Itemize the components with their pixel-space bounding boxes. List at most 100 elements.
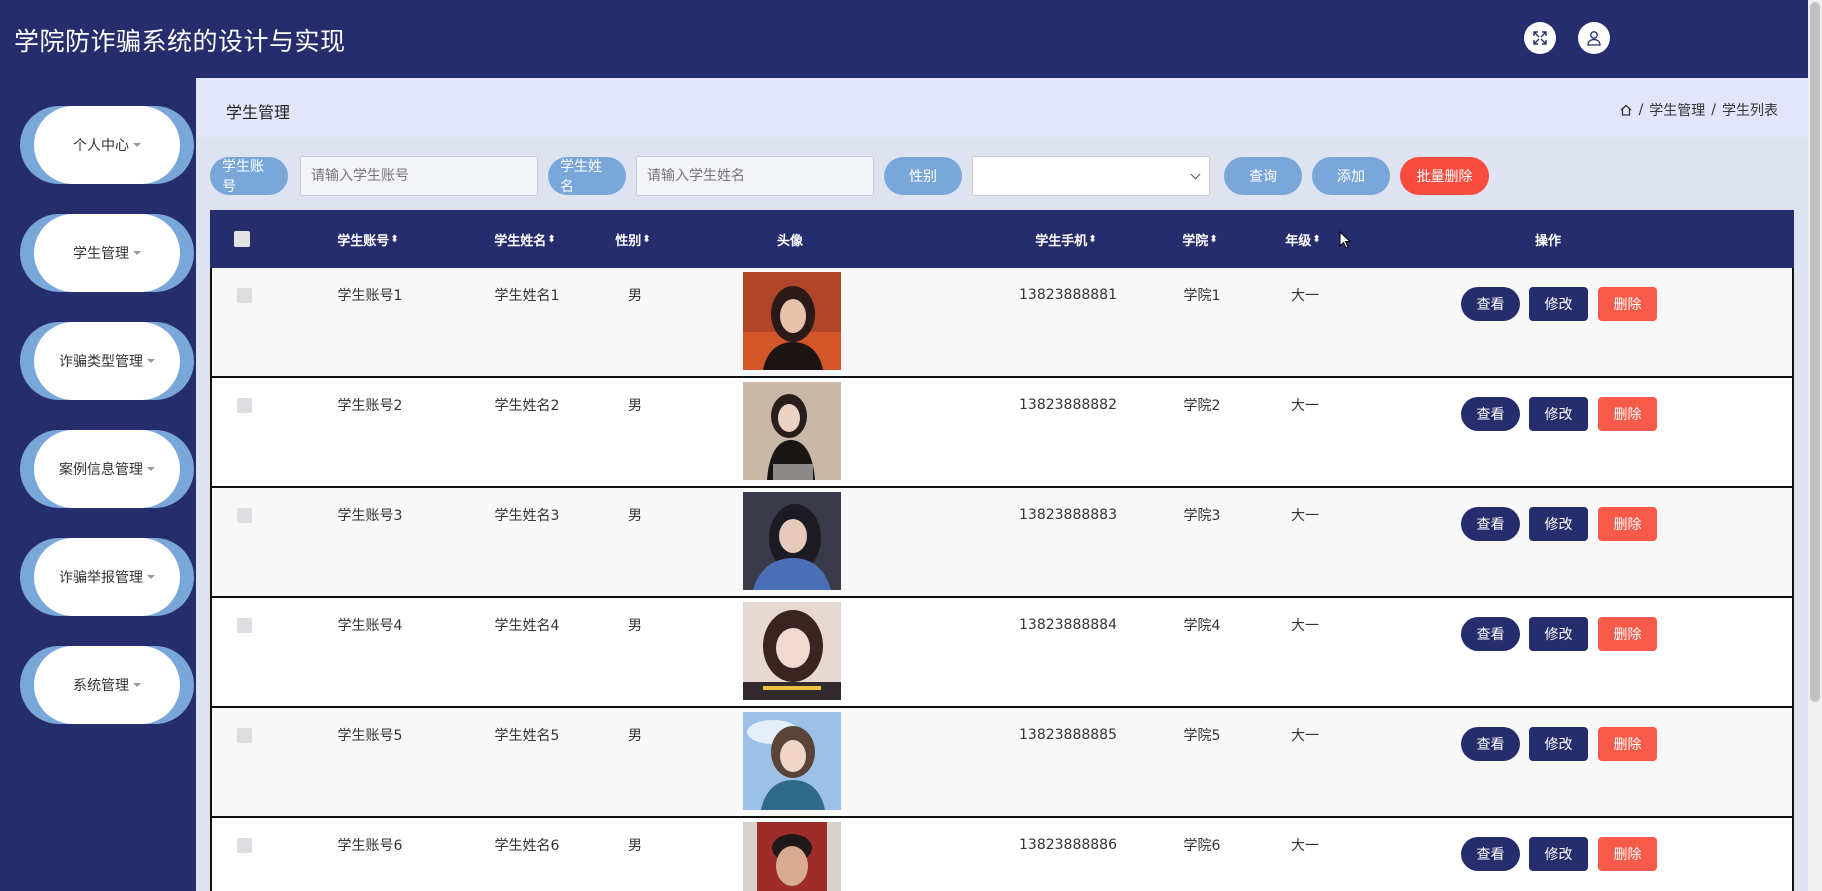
breadcrumb-separator: /: [1638, 102, 1644, 118]
view-button[interactable]: 查看: [1461, 397, 1520, 431]
row-checkbox[interactable]: [237, 818, 252, 872]
mouse-cursor-icon: [1339, 231, 1351, 249]
breadcrumb: / 学生管理 / 学生列表: [1619, 100, 1778, 120]
table-row: 学生账号4 学生姓名4 男 13823888884 学院4 大一 查看 修改 删…: [210, 598, 1794, 708]
view-button[interactable]: 查看: [1461, 837, 1520, 871]
cell-phone: 13823888886: [1019, 837, 1117, 853]
view-button[interactable]: 查看: [1461, 507, 1520, 541]
search-bar: 学生账号 学生姓名 性别 查询 添加 批量删除: [210, 156, 1489, 196]
col-college[interactable]: 学院 ⬍: [1170, 210, 1230, 268]
scrollbar-thumb[interactable]: [1810, 2, 1820, 702]
col-name[interactable]: 学生姓名 ⬍: [467, 210, 583, 268]
home-icon[interactable]: [1619, 103, 1633, 117]
cell-gender: 男: [628, 288, 642, 304]
breadcrumb-bar: 学生管理 / 学生管理 / 学生列表: [196, 78, 1808, 137]
row-checkbox[interactable]: [237, 378, 252, 432]
cell-name: 学生姓名6: [494, 838, 560, 854]
cell-college: 学院4: [1183, 618, 1221, 634]
row-checkbox[interactable]: [237, 708, 252, 762]
delete-button[interactable]: 删除: [1598, 727, 1657, 761]
select-all-checkbox[interactable]: [234, 210, 250, 268]
caret-down-icon: [147, 575, 155, 579]
cell-name: 学生姓名5: [494, 728, 560, 744]
delete-button[interactable]: 删除: [1598, 617, 1657, 651]
view-button[interactable]: 查看: [1461, 617, 1520, 651]
breadcrumb-item[interactable]: 学生管理: [1649, 100, 1705, 120]
col-gender[interactable]: 性别 ⬍: [603, 210, 663, 268]
cell-phone: 13823888882: [1019, 397, 1117, 413]
sort-icon: ⬍: [547, 233, 556, 245]
col-phone[interactable]: 学生手机 ⬍: [1006, 210, 1126, 268]
page-scrollbar[interactable]: [1808, 0, 1822, 891]
cell-gender: 男: [628, 618, 642, 634]
main-content: 学生管理 / 学生管理 / 学生列表 学生账号 学生姓名 性别 查询 添加 批量…: [196, 78, 1808, 891]
table-row: 学生账号3 学生姓名3 男 13823888883 学院3 大一 查看 修改 删…: [210, 488, 1794, 598]
sidebar-item-student-management[interactable]: 学生管理: [20, 214, 194, 292]
cell-account: 学生账号1: [337, 288, 403, 304]
cell-grade: 大一: [1291, 398, 1319, 414]
sidebar-item-label: 个人中心: [73, 138, 129, 154]
row-checkbox[interactable]: [237, 598, 252, 652]
caret-down-icon: [133, 251, 141, 255]
fullscreen-icon: [1533, 31, 1547, 45]
col-grade[interactable]: 年级 ⬍: [1273, 210, 1333, 268]
delete-button[interactable]: 删除: [1598, 287, 1657, 321]
cell-grade: 大一: [1291, 288, 1319, 304]
user-icon: [1587, 31, 1601, 46]
sidebar-item-fraud-type-management[interactable]: 诈骗类型管理: [20, 322, 194, 400]
query-button[interactable]: 查询: [1224, 157, 1302, 195]
cell-name: 学生姓名4: [494, 618, 560, 634]
cell-gender: 男: [628, 508, 642, 524]
view-button[interactable]: 查看: [1461, 727, 1520, 761]
cell-grade: 大一: [1291, 728, 1319, 744]
view-button[interactable]: 查看: [1461, 287, 1520, 321]
caret-down-icon: [133, 683, 141, 687]
user-button[interactable]: [1578, 22, 1610, 54]
edit-button[interactable]: 修改: [1529, 617, 1588, 651]
sort-icon: ⬍: [1209, 233, 1218, 245]
caret-down-icon: [147, 359, 155, 363]
cell-account: 学生账号2: [337, 398, 403, 414]
delete-button[interactable]: 删除: [1598, 397, 1657, 431]
page-title: 学生管理: [226, 103, 291, 122]
avatar-image: [743, 822, 841, 891]
edit-button[interactable]: 修改: [1529, 727, 1588, 761]
account-label: 学生账号: [210, 157, 288, 195]
cell-account: 学生账号5: [337, 728, 403, 744]
avatar-image: [743, 602, 841, 700]
gender-select[interactable]: [972, 156, 1210, 196]
cell-phone: 13823888884: [1019, 617, 1117, 633]
col-actions: 操作: [1534, 233, 1561, 249]
fullscreen-button[interactable]: [1524, 22, 1556, 54]
sidebar-item-label: 诈骗类型管理: [59, 354, 143, 370]
cell-college: 学院5: [1183, 728, 1221, 744]
sidebar-item-personal-center[interactable]: 个人中心: [20, 106, 194, 184]
gender-label: 性别: [884, 157, 962, 195]
cell-name: 学生姓名1: [494, 288, 560, 304]
avatar-image: [743, 382, 841, 480]
account-input[interactable]: [300, 156, 538, 196]
col-avatar: 头像: [776, 233, 803, 249]
sidebar-item-fraud-report-management[interactable]: 诈骗举报管理: [20, 538, 194, 616]
delete-button[interactable]: 删除: [1598, 507, 1657, 541]
sidebar-item-system-management[interactable]: 系统管理: [20, 646, 194, 724]
row-checkbox[interactable]: [237, 268, 252, 322]
delete-button[interactable]: 删除: [1598, 837, 1657, 871]
cell-college: 学院3: [1183, 508, 1221, 524]
edit-button[interactable]: 修改: [1529, 837, 1588, 871]
cell-grade: 大一: [1291, 618, 1319, 634]
cell-grade: 大一: [1291, 838, 1319, 854]
edit-button[interactable]: 修改: [1529, 507, 1588, 541]
batch-delete-button[interactable]: 批量删除: [1400, 157, 1489, 195]
cell-phone: 13823888881: [1019, 287, 1117, 303]
student-table: 学生账号 ⬍ 学生姓名 ⬍ 性别 ⬍ 头像 学生手机 ⬍ 学院 ⬍ 年级 ⬍ 操作 学生账号…: [210, 210, 1794, 891]
sidebar-item-label: 诈骗举报管理: [59, 570, 143, 586]
row-checkbox[interactable]: [237, 488, 252, 542]
edit-button[interactable]: 修改: [1529, 287, 1588, 321]
edit-button[interactable]: 修改: [1529, 397, 1588, 431]
add-button[interactable]: 添加: [1312, 157, 1390, 195]
name-input[interactable]: [636, 156, 874, 196]
cell-college: 学院6: [1183, 838, 1221, 854]
col-account[interactable]: 学生账号 ⬍: [310, 210, 426, 268]
sidebar-item-case-info-management[interactable]: 案例信息管理: [20, 430, 194, 508]
